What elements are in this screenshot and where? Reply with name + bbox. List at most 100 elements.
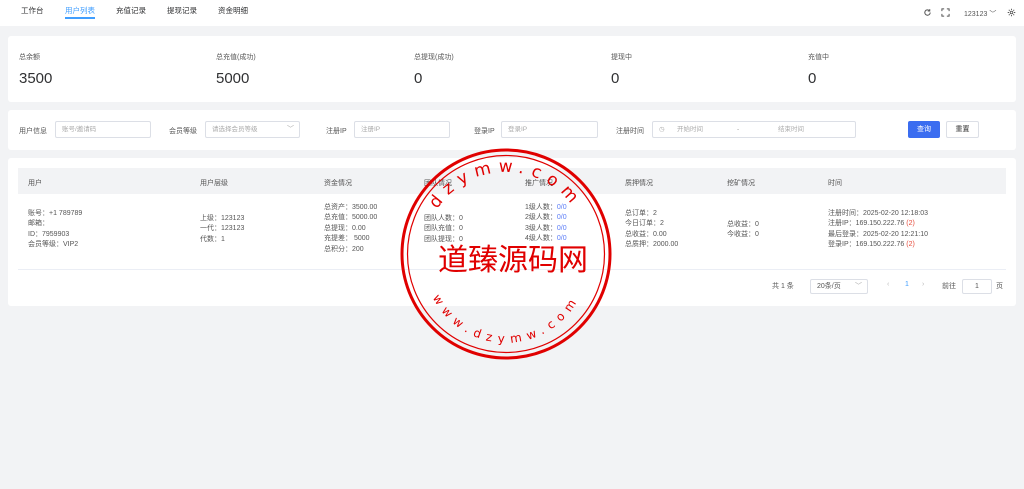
- tab-recharge-records[interactable]: 充值记录: [116, 5, 146, 16]
- cell-promo: 1级人数：0/0 2级人数：0/0 3级人数：0/0 4级人数：0/0: [525, 203, 567, 245]
- login-ip-label: 登录IP: [474, 128, 495, 135]
- cell-user: 账号：+1 789789 邮箱： ID：7959903 会员等级：VIP2: [28, 209, 82, 251]
- promo-level-3: 3级人数：0/0: [525, 224, 567, 234]
- reg-time-label: 注册时间: [616, 128, 644, 135]
- promo-value-link[interactable]: 0/0: [557, 235, 567, 242]
- promo-level-2: 2级人数：0/0: [525, 213, 567, 223]
- tab-user-list[interactable]: 用户列表: [65, 5, 95, 19]
- promo-label: 3级人数：: [525, 224, 557, 232]
- last-login: 最后登录：2025-02-20 12:21:10: [828, 230, 928, 238]
- page-size-select[interactable]: 20条/页 ﹀: [810, 279, 868, 294]
- cell-funds: 总资产：3500.00 总充值：5000.00 总提现：0.00 充提差： 50…: [324, 203, 377, 255]
- chevron-down-icon: ﹀: [287, 126, 294, 133]
- page-size-value: 20条/页: [817, 283, 841, 290]
- search-button[interactable]: 查询: [908, 121, 940, 138]
- goto-suffix: 页: [996, 283, 1003, 290]
- reg-time: 注册时间：2025-02-20 12:18:03: [828, 210, 928, 217]
- user-email: 邮箱：: [28, 220, 49, 228]
- funds-total-assets: 总资产：3500.00: [324, 204, 378, 211]
- th-mining: 挖矿情况: [727, 180, 755, 187]
- stat-label: 总充值(成功): [216, 54, 256, 61]
- th-team: 团队情况: [424, 180, 452, 187]
- th-level: 用户层级: [200, 180, 228, 187]
- th-user: 用户: [28, 180, 42, 187]
- cell-level: 上级：123123 一代：123123 代数：1: [200, 214, 244, 245]
- cell-time: 注册时间：2025-02-20 12:18:03 注册IP：169.150.22…: [828, 209, 928, 251]
- reg-ip-count[interactable]: (2): [906, 220, 915, 227]
- reg-ip: 注册IP：169.150.222.76 (2): [828, 219, 928, 229]
- cell-mining: 总收益：0 今收益：0: [727, 220, 759, 241]
- stat-value: 0: [808, 70, 817, 87]
- th-time: 时间: [828, 180, 842, 187]
- user-vip-level: 会员等级：VIP2: [28, 241, 79, 249]
- cell-team: 团队人数：0 团队充值：0 团队提现：0: [424, 214, 463, 245]
- start-time-input[interactable]: 开始时间: [677, 122, 703, 137]
- reg-time-range[interactable]: ◷ 开始时间 - 结束时间: [652, 121, 856, 138]
- team-count: 团队人数：0: [424, 215, 463, 222]
- stat-value: 5000: [216, 70, 250, 87]
- stat-label: 提现中: [611, 54, 632, 61]
- level-label: 会员等级: [169, 128, 197, 135]
- funds-diff: 充提差： 5000: [324, 235, 370, 243]
- range-separator: -: [737, 126, 740, 133]
- user-menu[interactable]: 123123 ﹀: [964, 9, 996, 19]
- user-account: 账号：+1 789789: [28, 210, 83, 217]
- user-info-label: 用户信息: [19, 128, 47, 135]
- login-ip-count[interactable]: (2): [906, 241, 915, 248]
- username: 123123: [964, 11, 988, 18]
- login-ip: 登录IP：169.150.222.76 (2): [828, 240, 928, 250]
- reg-ip-input[interactable]: 注册IP: [354, 121, 450, 138]
- tab-fund-details[interactable]: 资金明细: [218, 5, 248, 16]
- user-table: 用户 用户层级 资金情况 团队情况 推广情况 质押情况 挖矿情况 时间 账号：+…: [8, 158, 1016, 306]
- user-id: ID：7959903: [28, 230, 70, 238]
- goto-label: 前往: [942, 283, 956, 290]
- reg-ip-value: 注册IP：169.150.222.76: [828, 220, 905, 228]
- refresh-icon[interactable]: [923, 8, 932, 17]
- promo-level-4: 4级人数：0/0: [525, 234, 567, 244]
- clock-icon: ◷: [659, 126, 665, 133]
- stat-value: 0: [611, 70, 620, 87]
- row-divider: [18, 269, 1006, 270]
- reg-ip-label: 注册IP: [326, 128, 347, 135]
- filter-bar: 用户信息 账号/邀请码 会员等级 请选择会员等级 ﹀ 注册IP 注册IP 登录I…: [8, 110, 1016, 150]
- team-recharge: 团队充值：0: [424, 225, 463, 233]
- promo-label: 2级人数：: [525, 214, 557, 222]
- tab-workbench[interactable]: 工作台: [21, 5, 44, 16]
- end-time-input[interactable]: 结束时间: [778, 122, 804, 137]
- funds-total-withdraw: 总提现：0.00: [324, 224, 366, 232]
- promo-value-link[interactable]: 0/0: [557, 214, 567, 221]
- chevron-down-icon: ﹀: [855, 283, 862, 290]
- reset-button[interactable]: 重置: [946, 121, 979, 138]
- tab-withdraw-records[interactable]: 提现记录: [167, 5, 197, 16]
- level-parent: 上级：123123: [200, 215, 245, 222]
- fullscreen-icon[interactable]: [941, 8, 950, 17]
- funds-points: 总积分：200: [324, 245, 364, 253]
- stat-label: 总提现(成功): [414, 54, 454, 61]
- stats-card: 总余额 3500 总充值(成功) 5000 总提现(成功) 0 提现中 0 充值…: [8, 36, 1016, 102]
- user-info-input[interactable]: 账号/邀请码: [55, 121, 151, 138]
- goto-page-input[interactable]: 1: [962, 279, 992, 294]
- level-gen1: 一代：123123: [200, 225, 245, 233]
- gear-icon[interactable]: [1007, 8, 1016, 17]
- pledge-income: 总收益：0.00: [625, 230, 667, 238]
- login-ip-input[interactable]: 登录IP: [501, 121, 598, 138]
- promo-value-link[interactable]: 0/0: [557, 225, 567, 232]
- stat-label: 总余额: [19, 54, 40, 61]
- prev-page-icon[interactable]: ‹: [887, 281, 889, 288]
- chevron-down-icon: ﹀: [989, 11, 997, 18]
- mining-today-income: 今收益：0: [727, 231, 759, 239]
- pledge-today-orders: 今日订单：2: [625, 220, 664, 228]
- stat-label: 充值中: [808, 54, 829, 61]
- pledge-amount: 总质押：2000.00: [625, 241, 679, 249]
- login-ip-value: 登录IP：169.150.222.76: [828, 241, 905, 249]
- level-select[interactable]: 请选择会员等级 ﹀: [205, 121, 300, 138]
- promo-value-link[interactable]: 0/0: [557, 204, 567, 211]
- th-funds: 资金情况: [324, 180, 352, 187]
- th-promo: 推广情况: [525, 180, 553, 187]
- promo-level-1: 1级人数：0/0: [525, 203, 567, 213]
- th-pledge: 质押情况: [625, 180, 653, 187]
- pledge-orders: 总订单：2: [625, 210, 657, 217]
- funds-total-recharge: 总充值：5000.00: [324, 214, 378, 222]
- page-number-current[interactable]: 1: [905, 281, 909, 288]
- next-page-icon[interactable]: ›: [922, 281, 924, 288]
